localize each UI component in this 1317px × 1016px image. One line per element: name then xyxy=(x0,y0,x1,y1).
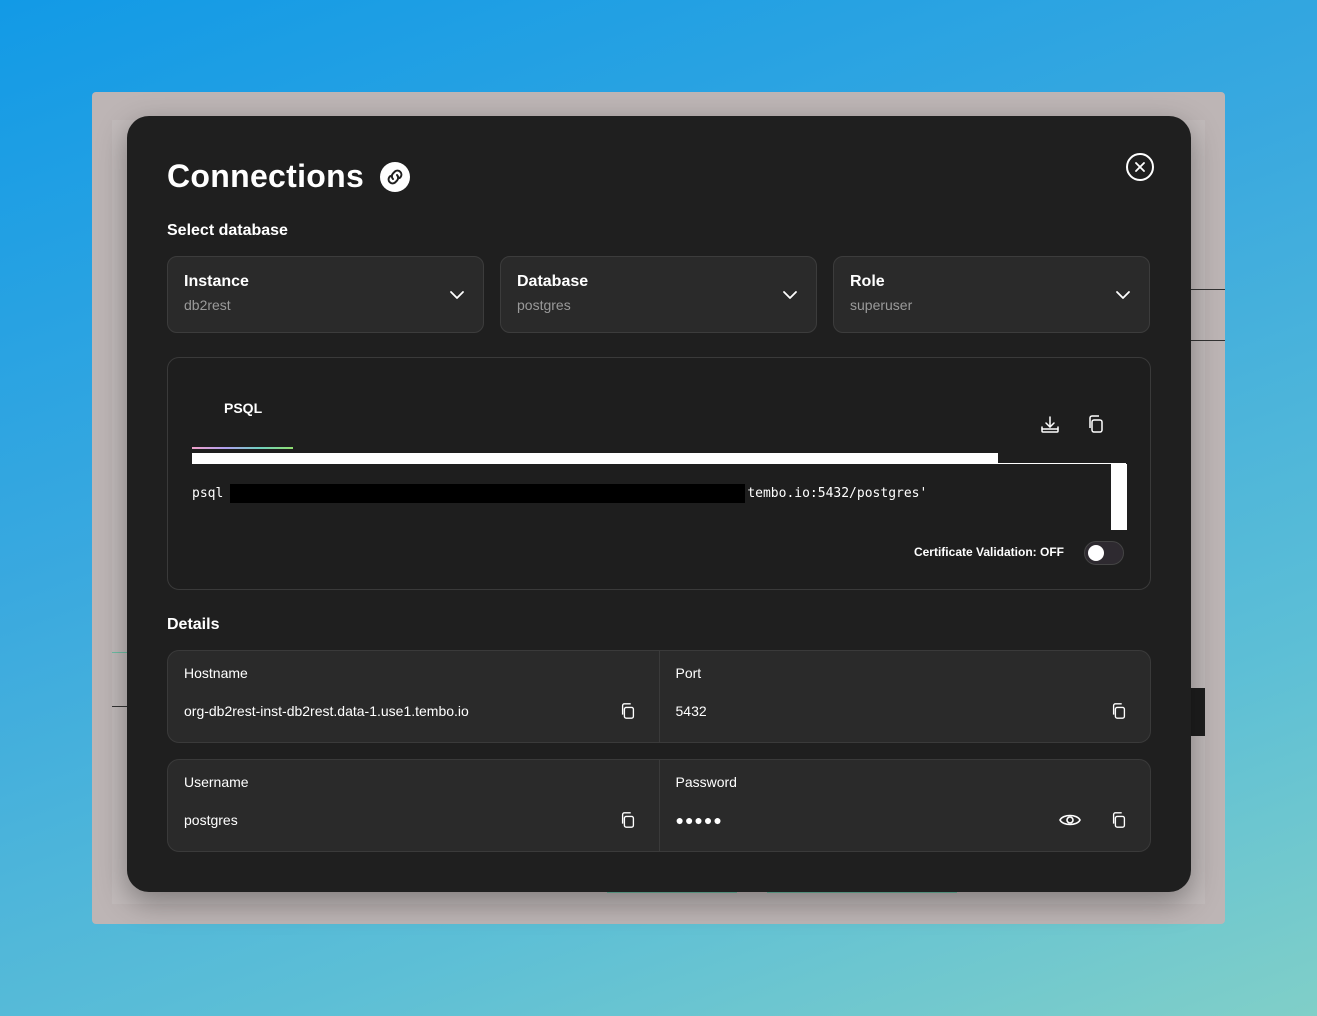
eye-icon[interactable] xyxy=(1058,809,1082,831)
code-frame-edge xyxy=(998,463,1126,464)
background-divider xyxy=(1190,289,1225,290)
role-select-value: superuser xyxy=(850,297,913,313)
download-button[interactable] xyxy=(1039,414,1061,441)
username-value: postgres xyxy=(184,812,238,828)
chevron-down-icon xyxy=(1116,291,1130,299)
link-icon xyxy=(380,161,411,192)
certificate-validation-label: Certificate Validation: OFF xyxy=(913,545,1064,559)
password-cell: Password ●●●●● xyxy=(658,760,1151,851)
close-icon xyxy=(1135,162,1145,172)
username-cell: Username postgres xyxy=(168,760,659,851)
copy-icon xyxy=(1089,415,1103,433)
copy-hostname-icon[interactable] xyxy=(619,702,637,720)
database-select[interactable]: Database postgres xyxy=(500,256,817,333)
username-label: Username xyxy=(184,774,249,790)
background-chart-fragment xyxy=(767,892,957,904)
tab-psql[interactable]: PSQL xyxy=(224,400,262,416)
instance-select[interactable]: Instance db2rest xyxy=(167,256,484,333)
port-value: 5432 xyxy=(675,703,707,719)
background-chart-fragment xyxy=(607,892,737,904)
port-label: Port xyxy=(675,665,702,681)
command-suffix: tembo.io:5432/postgres' xyxy=(747,486,928,501)
certificate-validation-toggle[interactable] xyxy=(1084,541,1124,565)
copy-connection-button[interactable] xyxy=(1086,414,1106,439)
hostname-cell: Hostname org-db2rest-inst-db2rest.data-1… xyxy=(168,651,659,742)
password-label: Password xyxy=(675,774,737,790)
database-select-value: postgres xyxy=(517,297,571,313)
active-tab-indicator xyxy=(192,447,293,449)
database-selectors: Instance db2rest Database postgres Role … xyxy=(167,256,1150,333)
database-select-label: Database xyxy=(517,273,589,290)
modal-title: Connections xyxy=(167,158,365,194)
modal-header: Connections xyxy=(167,158,411,195)
copy-port-icon[interactable] xyxy=(1110,702,1128,720)
port-cell: Port 5432 xyxy=(658,651,1151,742)
close-button[interactable] xyxy=(1126,153,1154,181)
details-row-auth: Username postgres Password ●●●●● xyxy=(167,759,1151,852)
copy-username-icon[interactable] xyxy=(619,811,637,829)
details-label: Details xyxy=(167,616,220,633)
connection-string-card: PSQL psql tembo.io:5432/postgres' Certif… xyxy=(167,357,1151,590)
role-select-label: Role xyxy=(850,273,885,290)
redacted-credentials xyxy=(230,484,746,503)
role-select[interactable]: Role superuser xyxy=(833,256,1150,333)
connection-command[interactable]: psql tembo.io:5432/postgres' xyxy=(192,484,927,503)
background-divider xyxy=(1190,340,1225,341)
hostname-value: org-db2rest-inst-db2rest.data-1.use1.tem… xyxy=(184,703,469,719)
select-database-label: Select database xyxy=(167,222,288,239)
code-vertical-scrollbar[interactable] xyxy=(1111,464,1127,530)
connections-modal: Connections Select database Instance db2… xyxy=(127,116,1191,892)
command-prefix: psql xyxy=(192,486,224,501)
download-icon xyxy=(1041,416,1059,433)
chevron-down-icon xyxy=(450,291,464,299)
hostname-label: Hostname xyxy=(184,665,248,681)
toggle-knob xyxy=(1088,545,1104,561)
code-scroll-track xyxy=(192,453,998,464)
details-row-host: Hostname org-db2rest-inst-db2rest.data-1… xyxy=(167,650,1151,743)
instance-select-label: Instance xyxy=(184,273,249,290)
copy-password-icon[interactable] xyxy=(1110,811,1128,829)
instance-select-value: db2rest xyxy=(184,297,231,313)
chevron-down-icon xyxy=(783,291,797,299)
